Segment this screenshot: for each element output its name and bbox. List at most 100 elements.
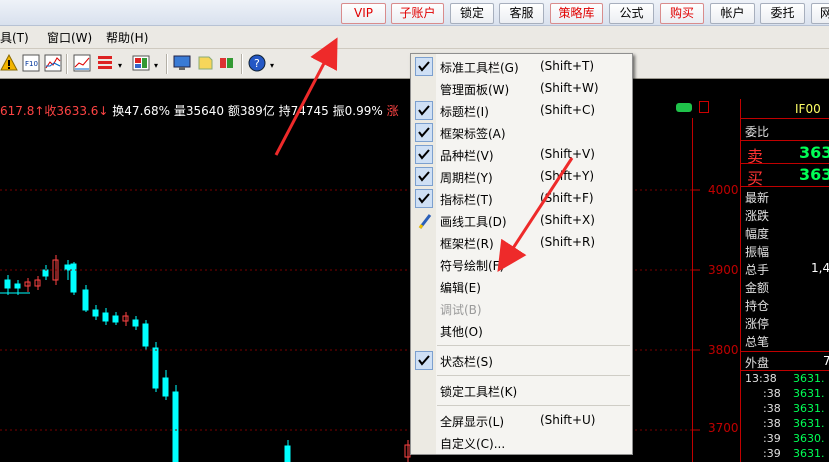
price-tick: 3700	[708, 421, 739, 435]
sub-account-button[interactable]: 子账户	[391, 3, 444, 24]
toolbar-overflow-icon[interactable]: ▾	[270, 61, 274, 70]
toolbar-context-menu: 标准工具栏(G) (Shift+T) 管理面板(W) (Shift+W) 标题栏…	[410, 53, 633, 455]
prev-close: 收3633.6↓	[44, 104, 109, 118]
check-icon	[415, 101, 433, 120]
menu-item-label: 其他(O)	[440, 325, 483, 339]
formula-button[interactable]: 公式	[609, 3, 654, 24]
menu-separator	[437, 375, 630, 376]
menu-item-label: 全屏显示(L)	[440, 415, 505, 429]
menu-item-label: 调试(B)	[440, 303, 482, 317]
help-icon[interactable]: ?	[248, 54, 266, 72]
menu-item-fullscreen[interactable]: 全屏显示(L) (Shift+U)	[411, 410, 632, 432]
menu-item-shortcut: (Shift+V)	[540, 147, 595, 161]
menu-item-standard-toolbar[interactable]: 标准工具栏(G) (Shift+T)	[411, 56, 632, 78]
layout-icon[interactable]	[132, 54, 150, 72]
menu-help[interactable]: 帮助(H)	[106, 29, 148, 46]
menu-item-lock-toolbar[interactable]: 锁定工具栏(K)	[411, 380, 632, 402]
menu-item-frame-bar[interactable]: 框架栏(R) (Shift+R)	[411, 232, 632, 254]
menu-item-period-bar[interactable]: 周期栏(Y) (Shift+Y)	[411, 166, 632, 188]
warning-icon[interactable]	[0, 53, 18, 72]
toolbar-separator	[166, 54, 167, 74]
info-tail: 涨	[386, 104, 399, 118]
amplitude: 振0.99%	[332, 104, 383, 118]
menu-item-drawing-tools[interactable]: 画线工具(D) (Shift+X)	[411, 210, 632, 232]
quote-side-panel: IF00 委比 卖 363 买 363 最新 涨跌 幅度 振幅 总手 1,4 金…	[740, 99, 829, 462]
panel-toggle-icon[interactable]	[699, 101, 709, 113]
price-tick: 3800	[708, 343, 739, 357]
monitor-icon[interactable]	[173, 54, 191, 72]
menu-item-status-bar[interactable]: 状态栏(S)	[411, 350, 632, 372]
menu-item-label: 标准工具栏(G)	[440, 61, 519, 75]
check-icon	[415, 145, 433, 164]
field-label: 振幅	[745, 245, 770, 259]
menu-item-symbol-drawing[interactable]: 符号绘制(F)	[411, 254, 632, 276]
menu-item-frame-tabs[interactable]: 框架标签(A)	[411, 122, 632, 144]
list-dropdown-arrow-icon[interactable]: ▾	[118, 61, 122, 70]
check-icon	[415, 57, 433, 76]
check-icon	[415, 351, 433, 370]
menu-item-shortcut: (Shift+R)	[540, 235, 596, 249]
menu-item-label: 自定义(C)...	[440, 437, 506, 451]
field-label: 外盘	[745, 356, 770, 370]
buy-button[interactable]: 购买	[660, 3, 704, 24]
field-label: 持仓	[745, 299, 770, 313]
sell-price: 363	[799, 143, 829, 162]
order-button[interactable]: 委托	[760, 3, 805, 24]
tick-time: :38	[763, 402, 781, 415]
menu-item-title-bar[interactable]: 标题栏(I) (Shift+C)	[411, 100, 632, 122]
tick-time: :38	[763, 387, 781, 400]
strategy-library-button[interactable]: 策略库	[550, 3, 603, 24]
plugin-icon[interactable]	[218, 54, 236, 72]
menu-item-label: 框架标签(A)	[440, 127, 506, 141]
menu-item-label: 锁定工具栏(K)	[440, 385, 518, 399]
line-chart-icon[interactable]	[44, 54, 62, 72]
menu-item-manage-panel[interactable]: 管理面板(W) (Shift+W)	[411, 78, 632, 100]
menu-separator	[437, 345, 630, 346]
tick-price: 3630.	[793, 432, 825, 445]
vip-button[interactable]: VIP	[341, 3, 386, 24]
pencil-icon	[418, 214, 432, 229]
field-label: 金额	[745, 281, 770, 295]
layout-dropdown-arrow-icon[interactable]: ▾	[154, 61, 158, 70]
menu-item-indicator-bar[interactable]: 指标栏(T) (Shift+F)	[411, 188, 632, 210]
menu-item-shortcut: (Shift+U)	[540, 413, 596, 427]
tick-time: :39	[763, 447, 781, 460]
account-button[interactable]: 帐户	[710, 3, 755, 24]
tick-time: :39	[763, 432, 781, 445]
customer-service-button[interactable]: 客服	[499, 3, 544, 24]
turnover: 换47.68%	[112, 104, 171, 118]
menu-item-edit[interactable]: 编辑(E)	[411, 276, 632, 298]
open-interest: 持74745	[278, 104, 329, 118]
menu-item-other[interactable]: 其他(O)	[411, 320, 632, 342]
menu-item-label: 管理面板(W)	[440, 83, 510, 97]
check-icon	[415, 123, 433, 142]
menu-bar: 具(T) 窗口(W) 帮助(H)	[0, 26, 829, 49]
menu-item-label: 品种栏(V)	[440, 149, 494, 163]
menu-item-shortcut: (Shift+W)	[540, 81, 599, 95]
list-icon[interactable]	[96, 54, 114, 72]
price-tick: 3900	[708, 263, 739, 277]
kline-chart-icon[interactable]	[73, 54, 91, 72]
note-icon[interactable]	[196, 54, 214, 72]
menu-item-shortcut: (Shift+T)	[540, 59, 595, 73]
web-button[interactable]: 网	[811, 3, 829, 24]
field-label: 幅度	[745, 227, 770, 241]
field-label: 最新	[745, 191, 770, 205]
field-label: 涨停	[745, 317, 770, 331]
lock-button[interactable]: 锁定	[450, 3, 494, 24]
menu-item-shortcut: (Shift+F)	[540, 191, 594, 205]
panel-header: IF00	[741, 99, 829, 119]
menu-window[interactable]: 窗口(W)	[47, 29, 92, 46]
last-price: 617.8↑	[0, 104, 45, 118]
svg-text:?: ?	[254, 57, 260, 70]
field-label: 涨跌	[745, 209, 770, 223]
amount: 额389亿	[227, 104, 275, 118]
check-icon	[415, 167, 433, 186]
menu-item-customize[interactable]: 自定义(C)...	[411, 432, 632, 454]
volume: 量35640	[173, 104, 225, 118]
f10-icon[interactable]: F10	[22, 54, 40, 72]
menu-tools[interactable]: 具(T)	[0, 29, 29, 46]
buy-price: 363	[799, 165, 829, 184]
menu-item-variety-bar[interactable]: 品种栏(V) (Shift+V)	[411, 144, 632, 166]
field-label: 总笔	[745, 335, 770, 349]
